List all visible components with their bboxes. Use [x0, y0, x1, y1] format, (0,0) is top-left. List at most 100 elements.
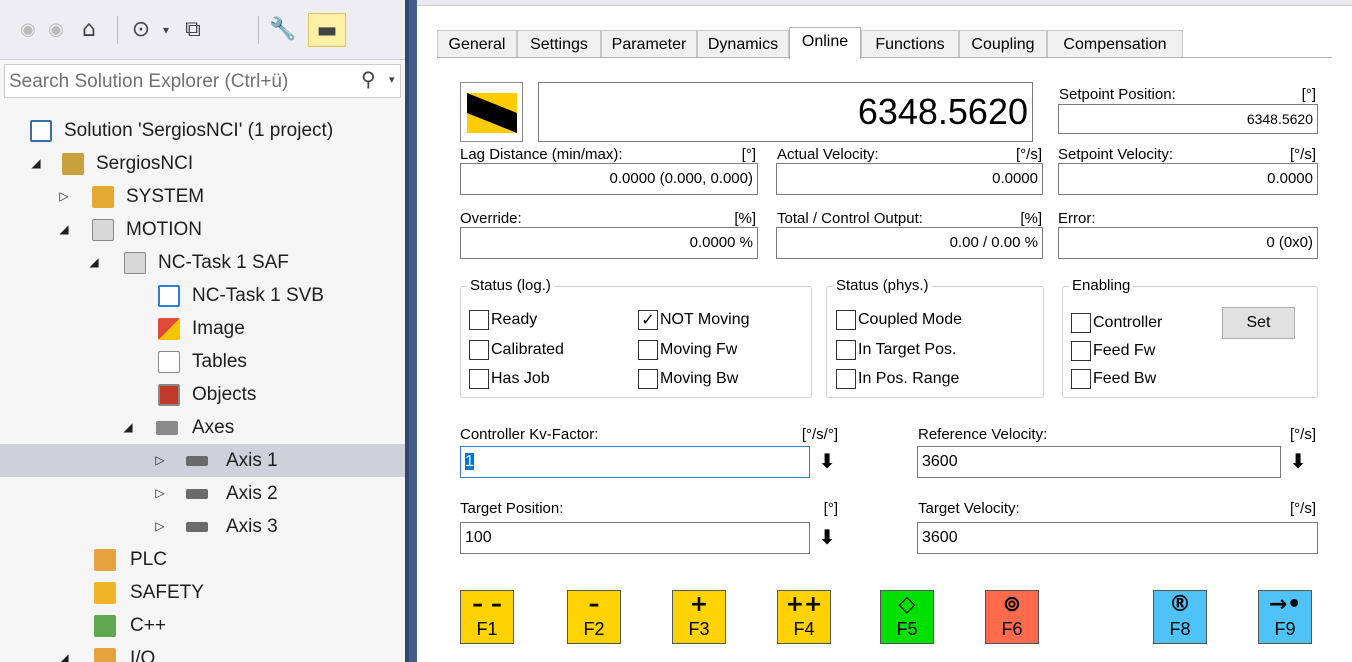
- minus-icon: –: [588, 592, 600, 617]
- checkbox-box[interactable]: [638, 369, 658, 389]
- tree-item-nc-task-svb[interactable]: NC-Task 1 SVB: [0, 279, 405, 312]
- properties-wrench-icon[interactable]: 🔧: [268, 13, 298, 47]
- status-phys-title: Status (phys.): [833, 276, 932, 296]
- tree-item-io[interactable]: ◢ I/O: [0, 642, 405, 662]
- tree-item-label: Objects: [192, 384, 257, 405]
- f6-stop-button[interactable]: ⊚ F6: [985, 590, 1039, 644]
- tab-functions[interactable]: Functions: [861, 30, 959, 58]
- setpoint-position-unit: [°]: [1301, 86, 1316, 103]
- tab-general[interactable]: General: [437, 30, 517, 58]
- tab-coupling[interactable]: Coupling: [959, 30, 1047, 58]
- checkbox-box[interactable]: [836, 369, 856, 389]
- axes-icon: [156, 421, 178, 435]
- collapse-all-icon[interactable]: ⧉: [178, 13, 208, 47]
- expanded-icon[interactable]: ◢: [86, 246, 102, 279]
- pane-splitter[interactable]: [405, 0, 417, 662]
- checkbox-label: Moving Bw: [660, 370, 739, 387]
- search-box[interactable]: ⚲ ▾: [4, 64, 401, 98]
- f4-jog-fast-forward-button[interactable]: ++ F4: [777, 590, 831, 644]
- tree-item-axes[interactable]: ◢ Axes: [0, 411, 405, 444]
- tree-item-objects[interactable]: Objects: [0, 378, 405, 411]
- checkbox-box[interactable]: [836, 310, 856, 330]
- tree-item-project[interactable]: ◢ SergiosNCI: [0, 147, 405, 180]
- tree-item-image[interactable]: Image: [0, 312, 405, 345]
- search-input[interactable]: [9, 69, 349, 95]
- tree-item-nc-task-saf[interactable]: ◢ NC-Task 1 SAF: [0, 246, 405, 279]
- checkbox-box[interactable]: [469, 310, 489, 330]
- expanded-icon[interactable]: ◢: [56, 642, 72, 662]
- set-button[interactable]: Set: [1222, 307, 1295, 339]
- tree-item-solution[interactable]: Solution 'SergiosNCI' (1 project): [0, 114, 405, 147]
- tree-item-motion[interactable]: ◢ MOTION: [0, 213, 405, 246]
- f8-reset-button[interactable]: ® F8: [1153, 590, 1207, 644]
- download-arrow-icon[interactable]: ⬇: [1286, 446, 1310, 478]
- f5-start-button[interactable]: ◇ F5: [880, 590, 934, 644]
- tree-item-plc[interactable]: PLC: [0, 543, 405, 576]
- home-arrow-icon: →•: [1268, 592, 1302, 617]
- tree-item-tables[interactable]: Tables: [0, 345, 405, 378]
- target-position-input[interactable]: 100: [460, 522, 810, 554]
- checkbox-label: Feed Fw: [1093, 342, 1156, 359]
- f1-jog-fast-backward-button[interactable]: – – F1: [460, 590, 514, 644]
- checkbox-box[interactable]: [469, 340, 489, 360]
- f2-jog-backward-button[interactable]: – F2: [567, 590, 621, 644]
- search-icon[interactable]: ⚲: [361, 67, 376, 91]
- fkey-label: F2: [583, 619, 605, 639]
- tree-item-label: Axis 1: [226, 450, 278, 471]
- collapsed-icon[interactable]: ▷: [152, 510, 168, 543]
- forward-icon[interactable]: ◉: [46, 13, 66, 47]
- tree-item-safety[interactable]: SAFETY: [0, 576, 405, 609]
- checkbox-box[interactable]: [469, 369, 489, 389]
- collapsed-icon[interactable]: ▷: [152, 477, 168, 510]
- sync-dropdown-icon[interactable]: ▾: [158, 13, 174, 47]
- tree-item-axis-2[interactable]: ▷ Axis 2: [0, 477, 405, 510]
- tree-item-cpp[interactable]: C++: [0, 609, 405, 642]
- kv-factor-input[interactable]: 1: [460, 446, 810, 478]
- preview-icon[interactable]: ▬: [308, 13, 346, 47]
- reference-velocity-input[interactable]: 3600: [917, 446, 1281, 478]
- collapsed-icon[interactable]: ▷: [152, 444, 168, 477]
- f9-home-button[interactable]: →• F9: [1258, 590, 1312, 644]
- tree-item-label: SYSTEM: [126, 186, 205, 207]
- motion-icon: [92, 219, 114, 241]
- check-mark-icon[interactable]: ✓: [638, 310, 658, 330]
- home-icon[interactable]: ⌂: [74, 13, 104, 47]
- f3-jog-forward-button[interactable]: + F3: [672, 590, 726, 644]
- tree-item-label: Axis 3: [226, 516, 278, 537]
- collapsed-icon[interactable]: ▷: [56, 180, 72, 213]
- checkbox-label: NOT Moving: [660, 311, 750, 328]
- kv-factor-value: 1: [465, 453, 474, 470]
- checkbox-box[interactable]: [836, 340, 856, 360]
- tab-online[interactable]: Online: [789, 27, 861, 59]
- error-label: Error:: [1058, 210, 1096, 227]
- checkbox-box[interactable]: [1071, 341, 1091, 361]
- checkbox-box[interactable]: [1071, 313, 1091, 333]
- tree-item-system[interactable]: ▷ SYSTEM: [0, 180, 405, 213]
- expanded-icon[interactable]: ◢: [120, 411, 136, 444]
- checkbox-box[interactable]: [638, 340, 658, 360]
- axis-icon: [186, 456, 208, 466]
- expanded-icon[interactable]: ◢: [28, 147, 44, 180]
- target-velocity-input[interactable]: 3600: [917, 522, 1318, 554]
- expanded-icon[interactable]: ◢: [56, 213, 72, 246]
- download-arrow-icon[interactable]: ⬇: [815, 446, 839, 478]
- chevron-down-icon[interactable]: ▾: [389, 73, 395, 86]
- setpoint-velocity-label: Setpoint Velocity:: [1058, 146, 1174, 163]
- sync-icon[interactable]: ⊙: [126, 13, 156, 47]
- nc-task-icon: [124, 252, 146, 274]
- checkbox-box[interactable]: [1071, 369, 1091, 389]
- tree-item-label: NC-Task 1 SAF: [158, 252, 289, 273]
- tab-settings[interactable]: Settings: [517, 30, 601, 58]
- stop-icon: ⊚: [1002, 592, 1022, 617]
- start-diamond-icon: ◇: [898, 592, 916, 617]
- status-log-title: Status (log.): [467, 276, 554, 296]
- tab-compensation[interactable]: Compensation: [1047, 30, 1183, 58]
- tab-dynamics[interactable]: Dynamics: [697, 30, 789, 58]
- tree-item-axis-3[interactable]: ▷ Axis 3: [0, 510, 405, 543]
- tree-item-axis-1[interactable]: ▷ Axis 1: [0, 444, 405, 477]
- download-arrow-icon[interactable]: ⬇: [815, 522, 839, 554]
- tab-parameter[interactable]: Parameter: [601, 30, 697, 58]
- back-icon[interactable]: ◉: [18, 13, 38, 47]
- checkbox-label: Moving Fw: [660, 341, 738, 358]
- fkey-label: F5: [896, 619, 918, 639]
